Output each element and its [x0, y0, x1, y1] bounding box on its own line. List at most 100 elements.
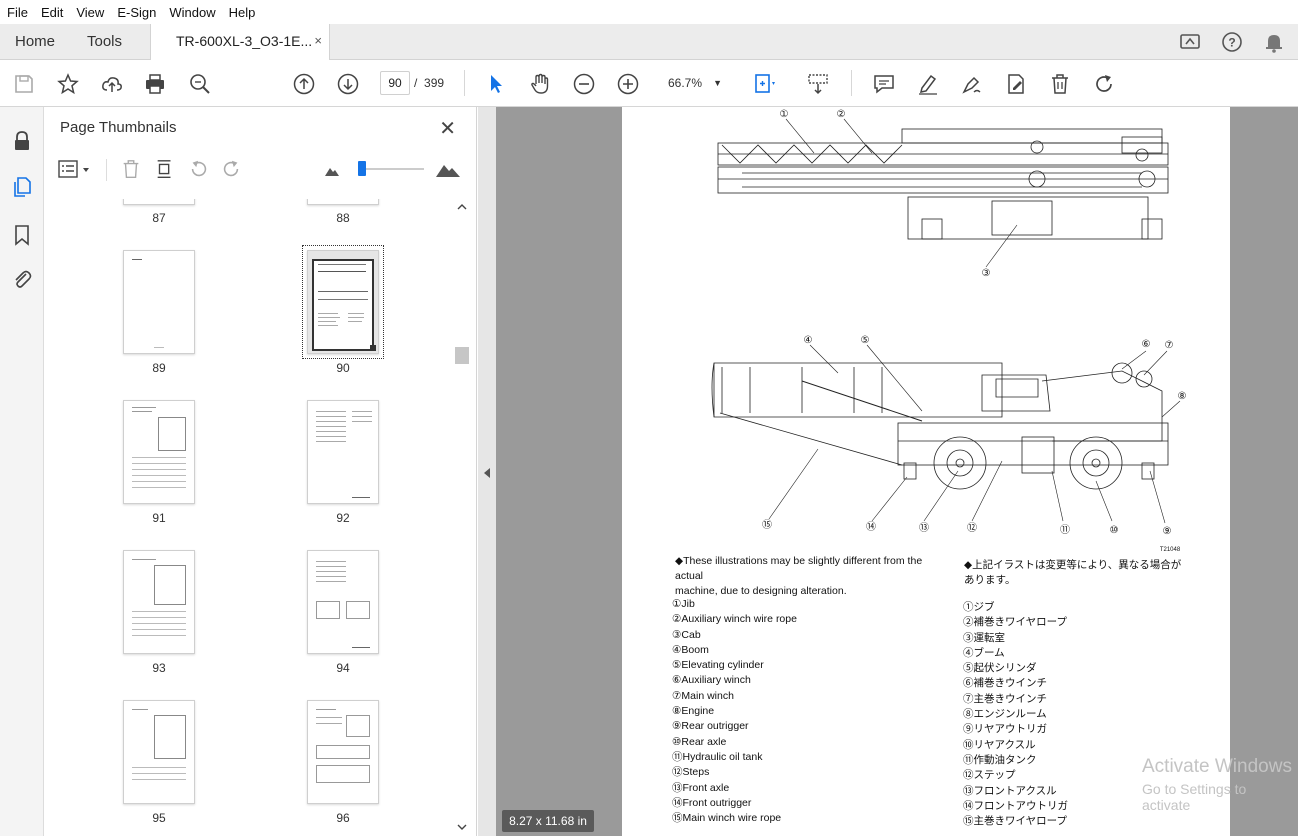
- zoom-search-icon[interactable]: [188, 72, 212, 96]
- small-thumbnail-icon[interactable]: [324, 164, 340, 178]
- note-english-line1: ◆These illustrations may be slightly dif…: [675, 555, 923, 582]
- select-cursor-icon[interactable]: [484, 72, 508, 96]
- svg-text:?: ?: [1228, 36, 1235, 50]
- help-icon[interactable]: ?: [1220, 30, 1244, 54]
- next-page-icon[interactable]: [336, 72, 360, 96]
- part-jp-4: ④ブーム: [963, 646, 1005, 659]
- tab-tools[interactable]: Tools: [87, 33, 122, 50]
- page-number-input[interactable]: 90: [380, 71, 410, 95]
- toolbar-divider: [851, 70, 852, 96]
- note-japanese: ◆上記イラストは変更等により、異なる場合が あります。: [964, 558, 1204, 589]
- part-en-3: ③Cab: [672, 628, 701, 641]
- previous-page-icon[interactable]: [292, 72, 316, 96]
- zoom-level-select[interactable]: 66.7% ▼: [658, 71, 728, 95]
- close-panel-icon[interactable]: ✕: [439, 116, 456, 141]
- page-thumbnail[interactable]: [307, 700, 379, 804]
- part-en-14: ⑭Front outrigger: [672, 796, 752, 809]
- toolbar-divider: [464, 70, 465, 96]
- page-thumbnail[interactable]: [123, 199, 195, 205]
- highlight-pen-icon[interactable]: [916, 72, 940, 96]
- page-thumbnail[interactable]: [307, 550, 379, 654]
- zoom-in-icon[interactable]: [616, 72, 640, 96]
- page-thumbnail[interactable]: [123, 250, 195, 354]
- menu-edit[interactable]: Edit: [41, 5, 63, 20]
- callout-12: ⑫: [967, 522, 977, 534]
- fit-page-icon[interactable]: [752, 72, 776, 96]
- pdf-page: ① ② ③ ④ ⑤ ⑥ ⑦ ⑧ ⑨ ⑩ ⑪ ⑫ ⑬ ⑭ ⑮ T21048 ◆Th…: [622, 107, 1230, 836]
- tab-home[interactable]: Home: [15, 33, 55, 50]
- hand-tool-icon[interactable]: [528, 72, 552, 96]
- page-thumbnail-label: 90: [336, 361, 350, 375]
- notification-bell-icon[interactable]: [1262, 30, 1286, 54]
- large-thumbnail-icon[interactable]: [435, 161, 461, 179]
- menu-view[interactable]: View: [76, 5, 104, 20]
- page-thumbnails-icon[interactable]: [10, 175, 34, 199]
- menu-esign[interactable]: E-Sign: [117, 5, 156, 20]
- thumbnail-toolbar: [58, 157, 468, 183]
- part-en-2: ②Auxiliary winch wire rope: [672, 613, 797, 626]
- rotate-clockwise-page-icon[interactable]: [220, 157, 242, 181]
- chevron-down-icon: ▼: [713, 78, 722, 88]
- callout-4: ④: [804, 335, 813, 346]
- menu-file[interactable]: File: [7, 5, 28, 20]
- callout-10: ⑩: [1110, 525, 1119, 536]
- page-thumbnail[interactable]: [123, 550, 195, 654]
- page-thumbnail-label: 93: [152, 661, 166, 675]
- lock-icon[interactable]: [10, 129, 34, 153]
- delete-icon[interactable]: [1048, 72, 1072, 96]
- part-en-5: ⑤Elevating cylinder: [672, 659, 764, 672]
- page-thumbnail[interactable]: [307, 199, 379, 205]
- page-total: 399: [424, 76, 445, 90]
- extract-pages-icon[interactable]: [154, 157, 176, 181]
- rotate-counterclockwise-icon[interactable]: [188, 157, 210, 181]
- print-icon[interactable]: [143, 72, 167, 96]
- note-english: ◆These illustrations may be slightly dif…: [675, 554, 950, 599]
- part-en-1: ①Jib: [672, 598, 695, 610]
- part-jp-6: ⑥補巻きウインチ: [963, 677, 1047, 690]
- zoom-level-value: 66.7%: [668, 76, 703, 90]
- comment-icon[interactable]: [872, 72, 896, 96]
- callout-13: ⑬: [919, 522, 929, 534]
- part-en-6: ⑥Auxiliary winch: [672, 674, 751, 687]
- scroll-mode-icon[interactable]: [806, 72, 830, 96]
- draw-signature-icon[interactable]: [960, 72, 984, 96]
- thumbnail-size-slider-handle[interactable]: [358, 161, 366, 176]
- attachments-icon[interactable]: [10, 267, 34, 291]
- menu-window[interactable]: Window: [169, 5, 215, 20]
- zoom-out-icon[interactable]: [572, 72, 596, 96]
- tab-document[interactable]: TR-600XL-3_O3-1E... ×: [150, 24, 330, 60]
- cloud-upload-icon[interactable]: [100, 72, 124, 96]
- page-thumbnail-label: 88: [336, 211, 350, 225]
- scroll-up-icon[interactable]: [456, 201, 468, 213]
- close-tab-icon[interactable]: ×: [314, 33, 322, 48]
- page-thumbnail[interactable]: [123, 700, 195, 804]
- save-icon[interactable]: [12, 72, 36, 96]
- thumbnail-options-icon[interactable]: [58, 159, 96, 181]
- page-thumbnail[interactable]: [123, 400, 195, 504]
- document-viewport-margin: [1230, 107, 1298, 836]
- part-jp-3: ③運転室: [963, 631, 1005, 644]
- part-jp-15: ⑮主巻きワイヤロープ: [963, 815, 1068, 828]
- page-separator: /: [414, 76, 418, 90]
- rotate-clockwise-icon[interactable]: [1092, 72, 1116, 96]
- edit-document-icon[interactable]: [1004, 72, 1028, 96]
- share-screen-icon[interactable]: [1178, 30, 1202, 54]
- thumbnail-scrollbar-thumb[interactable]: [455, 347, 469, 364]
- parts-list-english: ①Jib ②Auxiliary winch wire rope ③Cab ④Bo…: [672, 597, 922, 826]
- thumbnail-size-slider[interactable]: [358, 168, 424, 170]
- part-en-8: ⑧Engine: [672, 705, 715, 718]
- note-japanese-line1: ◆上記イラストは変更等により、異なる場合が: [964, 559, 1182, 571]
- scroll-down-icon[interactable]: [456, 821, 468, 833]
- note-japanese-line2: あります。: [964, 574, 1016, 587]
- navigation-rail: [0, 107, 44, 836]
- panel-collapse-handle[interactable]: [478, 107, 496, 836]
- part-en-11: ⑪Hydraulic oil tank: [672, 750, 763, 763]
- bookmarks-icon[interactable]: [10, 223, 34, 247]
- menu-help[interactable]: Help: [229, 5, 256, 20]
- page-thumbnail-current[interactable]: [302, 245, 384, 359]
- bookmark-star-icon[interactable]: [56, 72, 80, 96]
- delete-page-icon[interactable]: [120, 157, 142, 181]
- page-thumbnail[interactable]: [307, 400, 379, 504]
- panel-title: Page Thumbnails: [60, 119, 177, 136]
- collapse-arrow-icon[interactable]: [483, 467, 491, 479]
